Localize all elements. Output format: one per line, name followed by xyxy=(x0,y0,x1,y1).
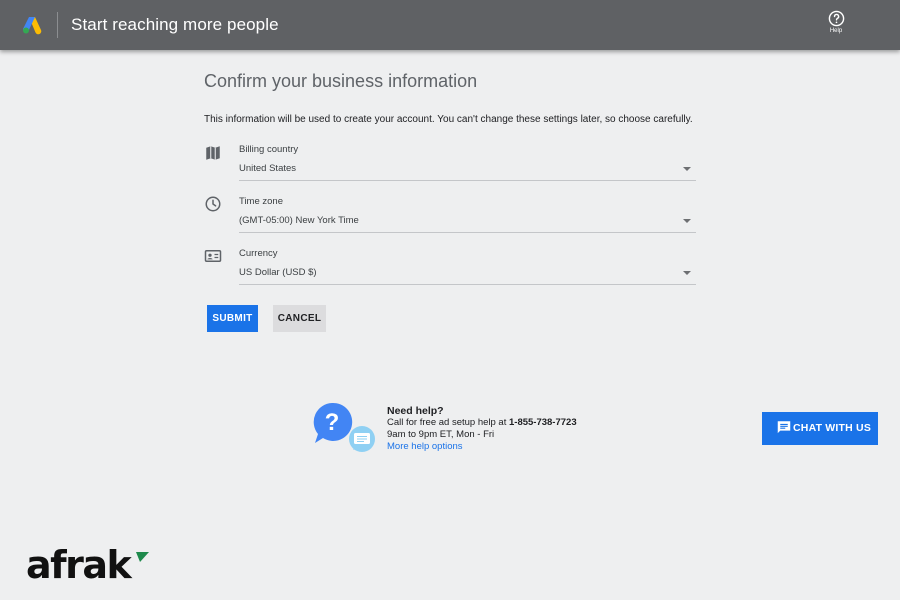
currency-value: US Dollar (USD $) xyxy=(239,267,317,278)
help-chat-illustration-icon: ? xyxy=(313,402,375,452)
help-call-line: Call for free ad setup help at 1-855-738… xyxy=(387,417,577,429)
currency-field: Currency US Dollar (USD $) xyxy=(204,247,696,287)
form-intro-text: This information will be used to create … xyxy=(204,114,693,125)
time-zone-label: Time zone xyxy=(239,196,283,207)
dropdown-caret-icon xyxy=(683,167,691,171)
svg-text:?: ? xyxy=(325,409,340,436)
form-heading: Confirm your business information xyxy=(204,71,478,91)
help-label: Help xyxy=(829,28,843,34)
billing-country-label: Billing country xyxy=(239,144,299,155)
help-button[interactable]: Help xyxy=(818,10,854,42)
chat-with-us-button[interactable]: CHAT WITH US xyxy=(762,412,878,445)
more-help-options-link[interactable]: More help options xyxy=(387,441,577,453)
dropdown-caret-icon xyxy=(683,271,691,275)
dropdown-caret-icon xyxy=(683,219,691,223)
google-ads-logo-icon[interactable] xyxy=(22,15,42,35)
header-divider xyxy=(57,12,58,38)
time-zone-select[interactable]: (GMT-05:00) New York Time xyxy=(239,213,696,233)
help-info: Need help? Call for free ad setup help a… xyxy=(387,405,577,453)
clock-icon xyxy=(205,196,221,212)
help-title: Need help? xyxy=(387,405,444,417)
submit-button[interactable]: SUBMIT xyxy=(207,305,258,332)
currency-icon xyxy=(204,250,222,262)
time-zone-field: Time zone (GMT-05:00) New York Time xyxy=(204,195,696,235)
help-circle-icon xyxy=(828,10,844,27)
currency-label: Currency xyxy=(239,248,278,259)
afrak-watermark-logo: afrak xyxy=(26,544,149,584)
billing-country-value: United States xyxy=(239,163,297,174)
top-app-bar: Start reaching more people Help xyxy=(0,0,900,50)
page-title: Start reaching more people xyxy=(71,15,279,34)
billing-country-field: Billing country United States xyxy=(204,143,696,183)
time-zone-value: (GMT-05:00) New York Time xyxy=(239,215,359,226)
help-hours: 9am to 9pm ET, Mon - Fri xyxy=(387,429,495,440)
billing-country-select[interactable]: United States xyxy=(239,161,696,181)
cancel-button[interactable]: CANCEL xyxy=(273,305,326,332)
currency-select[interactable]: US Dollar (USD $) xyxy=(239,265,696,285)
help-call-text: Call for free ad setup help at xyxy=(387,417,509,428)
chat-button-label: CHAT WITH US xyxy=(793,422,872,434)
watermark-text: afrak xyxy=(26,544,133,584)
help-phone-number: 1-855-738-7723 xyxy=(509,417,577,428)
map-icon xyxy=(206,146,220,160)
chat-bubble-icon xyxy=(777,421,791,434)
